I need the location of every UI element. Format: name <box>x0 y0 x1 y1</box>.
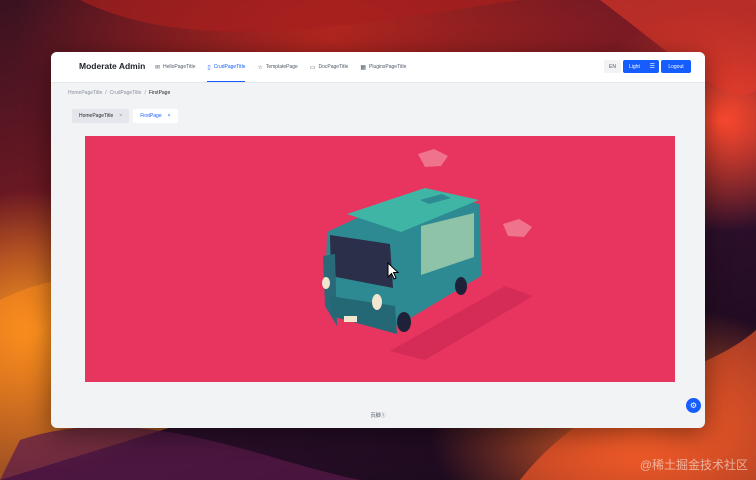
tab-label: FirstPage <box>140 113 162 119</box>
nav-item-label: PluginsPageTitle <box>369 64 407 70</box>
breadcrumb-item[interactable]: HomePageTitle <box>68 90 102 96</box>
page-tabs: HomePageTitle × FirstPage × <box>72 109 178 123</box>
nav-item-doc[interactable]: ▭ DocPageTitle <box>304 52 355 82</box>
tab-first-page[interactable]: FirstPage × <box>133 109 178 123</box>
nav-item-template[interactable]: ☆ TemplatePage <box>251 52 303 82</box>
language-button[interactable]: EN <box>604 60 621 73</box>
tab-home[interactable]: HomePageTitle × <box>72 109 130 123</box>
theme-toggle-button[interactable]: Light ☰ <box>623 60 659 73</box>
theme-label: Light <box>629 63 640 70</box>
gear-icon: ⚙ <box>689 401 698 410</box>
page-footer: 页脚① <box>370 413 386 419</box>
breadcrumb-current: FirstPage <box>148 90 171 96</box>
watermark-text: @稀土掘金技术社区 <box>639 458 748 472</box>
content-illustration <box>85 136 675 382</box>
nav-item-label: CrudPageTitle <box>213 64 246 70</box>
nav-item-label: DocPageTitle <box>318 64 349 70</box>
nav-item-label: HelloPageTitle <box>163 64 196 70</box>
grid-icon: ▦ <box>360 64 367 71</box>
nav-item-label: TemplatePage <box>265 64 298 70</box>
close-icon[interactable]: × <box>168 113 171 119</box>
tab-label: HomePageTitle <box>79 113 114 119</box>
book-icon: ▭ <box>309 64 316 71</box>
document-icon: ▯ <box>207 64 211 71</box>
app-title: Moderate Admin <box>79 61 146 71</box>
van-illustration <box>322 149 533 360</box>
message-icon: ✉ <box>155 64 161 71</box>
mouse-cursor <box>387 262 399 280</box>
app-window: Moderate Admin ✉ HelloPageTitle ▯ CrudPa… <box>51 52 705 428</box>
close-icon[interactable]: × <box>119 113 122 119</box>
breadcrumb: HomePageTitle / CrudPageTitle / FirstPag… <box>68 90 170 96</box>
nav-item-crud[interactable]: ▯ CrudPageTitle <box>201 52 251 82</box>
settings-fab-button[interactable]: ⚙ <box>686 398 701 413</box>
nav-item-hello[interactable]: ✉ HelloPageTitle <box>149 52 201 82</box>
breadcrumb-item[interactable]: CrudPageTitle <box>110 90 142 96</box>
breadcrumb-separator: / <box>144 90 146 96</box>
theme-icon: ☰ <box>649 64 655 70</box>
top-navbar: Moderate Admin ✉ HelloPageTitle ▯ CrudPa… <box>51 52 705 83</box>
logout-button[interactable]: Logout <box>661 60 691 73</box>
main-nav: ✉ HelloPageTitle ▯ CrudPageTitle ☆ Templ… <box>149 52 412 82</box>
nav-item-plugins[interactable]: ▦ PluginsPageTitle <box>354 52 412 82</box>
breadcrumb-separator: / <box>105 90 107 96</box>
star-icon: ☆ <box>257 64 263 71</box>
